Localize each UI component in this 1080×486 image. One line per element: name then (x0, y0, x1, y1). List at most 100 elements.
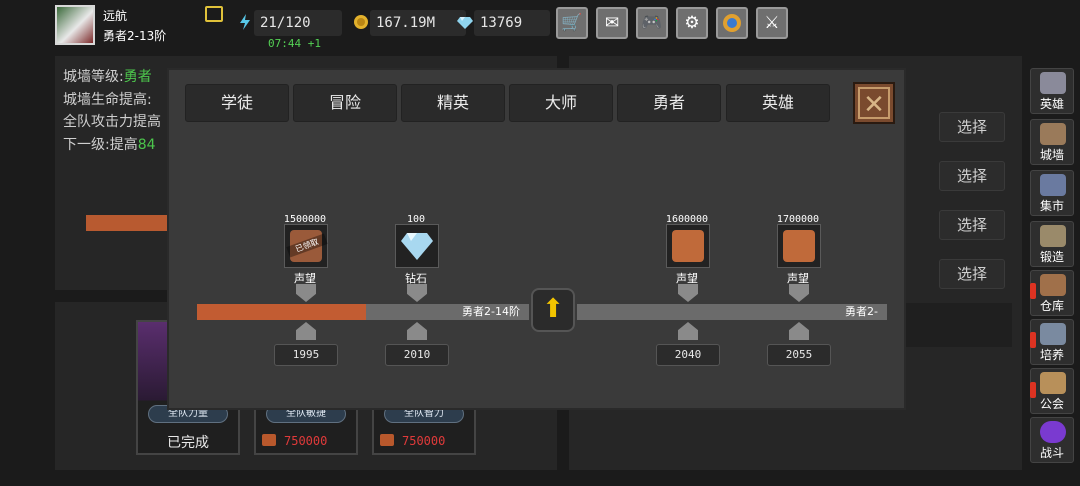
reward-prestige-3[interactable] (666, 224, 710, 268)
wall-hp-label: 城墙生命提高: (63, 92, 152, 108)
sidebar-item-cultivate[interactable]: 培养 (1030, 319, 1074, 365)
sword-button[interactable]: ⚔ (756, 7, 788, 39)
tab-brave[interactable]: 勇者 (617, 84, 721, 122)
edit-icon[interactable] (205, 6, 223, 22)
wall-atk-label: 全队攻击力提高 (63, 114, 161, 130)
tab-apprentice[interactable]: 学徒 (185, 84, 289, 122)
reward-name: 声望 (294, 272, 316, 285)
sidebar-item-label: 英雄 (1039, 97, 1064, 111)
sidebar-item-forge[interactable]: 锻造 (1030, 221, 1074, 267)
sidebar-item-label: 仓库 (1039, 299, 1064, 313)
sidebar-item-battle[interactable]: 战斗 (1030, 417, 1074, 463)
sidebar-item-hero[interactable]: 英雄 (1030, 68, 1074, 114)
select-button-4[interactable]: 选择 (939, 259, 1005, 289)
wall-next-value: 84 (137, 137, 156, 153)
helmet-icon (1040, 72, 1066, 94)
anvil-icon (1040, 225, 1066, 247)
wall-icon (1040, 123, 1066, 145)
reward-level: 2010 (385, 344, 449, 366)
track-peg (789, 322, 809, 340)
select-button-3[interactable]: 选择 (939, 210, 1005, 240)
gold-counter: 167.19M (370, 10, 466, 36)
diamond-icon (401, 233, 433, 260)
track-label-right: 勇者2- (845, 305, 878, 318)
energy-timer: 07:44 +1 (268, 37, 321, 50)
track-peg (678, 284, 698, 302)
sidebar-item-guild[interactable]: 公会 (1030, 368, 1074, 414)
select-button-1[interactable]: 选择 (939, 112, 1005, 142)
sword-icon: ⚔ (764, 13, 780, 33)
shop-cart-button[interactable]: 🛒 (556, 7, 588, 39)
notification-badge (1030, 332, 1036, 348)
gear-icon: ⚙ (684, 13, 700, 33)
notification-badge (1030, 382, 1036, 398)
card-cost-intellect: 750000 (402, 434, 446, 448)
wall-level-value: 勇者 (123, 69, 152, 85)
track-peg (407, 284, 427, 302)
sidebar-item-warehouse[interactable]: 仓库 (1030, 270, 1074, 316)
right-panel-slot (906, 303, 1012, 347)
mail-icon: ✉ (604, 13, 620, 33)
tab-hero[interactable]: 英雄 (726, 84, 830, 122)
right-sidebar: 英雄 城墙 集市 锻造 仓库 培养 公会 战斗 (1027, 66, 1075, 466)
close-button[interactable]: ✕ (853, 82, 895, 124)
wall-level-row: 城墙等级:勇者 (63, 66, 152, 86)
guild-icon (1040, 372, 1066, 394)
cultivate-icon (1040, 323, 1066, 345)
progress-track-right (577, 304, 887, 320)
track-peg (296, 322, 316, 340)
sidebar-item-label: 培养 (1039, 348, 1064, 362)
card-status-completed: 已完成 (167, 435, 209, 451)
up-arrow-icon: ⬆ (542, 294, 564, 324)
warehouse-icon (1040, 274, 1066, 296)
prestige-icon (262, 434, 276, 446)
close-icon: ✕ (858, 87, 890, 120)
aperture-icon (723, 14, 741, 32)
tab-adventure[interactable]: 冒险 (293, 84, 397, 122)
progress-fill (197, 304, 366, 320)
portal-icon (1040, 421, 1066, 443)
reward-name: 声望 (676, 272, 698, 285)
cart-icon: 🛒 (561, 13, 583, 33)
wall-progress-bar (86, 215, 176, 231)
reward-prestige-1[interactable]: 已领取 (284, 224, 328, 268)
player-rank: 勇者2-13阶 (103, 29, 167, 43)
gamepad-icon: 🎮 (641, 13, 663, 33)
settings-button[interactable]: ⚙ (676, 7, 708, 39)
reward-level: 2055 (767, 344, 831, 366)
gem-icon (457, 17, 473, 29)
wall-next-label: 下一级:提高 (63, 137, 138, 153)
reward-name: 声望 (787, 272, 809, 285)
track-peg (789, 284, 809, 302)
reward-diamond[interactable] (395, 224, 439, 268)
prestige-icon (672, 230, 704, 262)
prestige-icon (380, 434, 394, 446)
sidebar-item-market[interactable]: 集市 (1030, 170, 1074, 216)
top-bar: 远航 勇者2-13阶 21/120 07:44 +1 167.19M 13769… (0, 0, 1080, 52)
aperture-button[interactable] (716, 7, 748, 39)
sidebar-item-wall[interactable]: 城墙 (1030, 119, 1074, 165)
reward-name: 钻石 (405, 272, 427, 285)
reward-prestige-4[interactable] (777, 224, 821, 268)
tab-master[interactable]: 大师 (509, 84, 613, 122)
sidebar-item-label: 集市 (1039, 199, 1064, 213)
lightning-icon (240, 14, 250, 30)
select-button-2[interactable]: 选择 (939, 161, 1005, 191)
wall-level-label: 城墙等级: (63, 69, 124, 85)
sidebar-item-label: 战斗 (1039, 446, 1064, 460)
mail-button[interactable]: ✉ (596, 7, 628, 39)
track-label-left: 勇者2-14阶 (462, 305, 520, 318)
track-peg (678, 322, 698, 340)
notification-badge (1030, 283, 1036, 299)
energy-counter: 21/120 (254, 10, 342, 36)
track-peg (407, 322, 427, 340)
advance-arrow-button[interactable]: ⬆ (531, 288, 575, 332)
player-name: 远航 (103, 9, 128, 23)
rank-rewards-modal: 学徒 冒险 精英 大师 勇者 英雄 ✕ 勇者2-14阶 ⬆ 勇者2- 15000… (167, 68, 906, 410)
card-cost-agility: 750000 (284, 434, 328, 448)
player-avatar[interactable] (55, 5, 95, 45)
reward-level: 1995 (274, 344, 338, 366)
tab-elite[interactable]: 精英 (401, 84, 505, 122)
gamepad-button[interactable]: 🎮 (636, 7, 668, 39)
wall-next-row: 下一级:提高84 (63, 134, 156, 154)
